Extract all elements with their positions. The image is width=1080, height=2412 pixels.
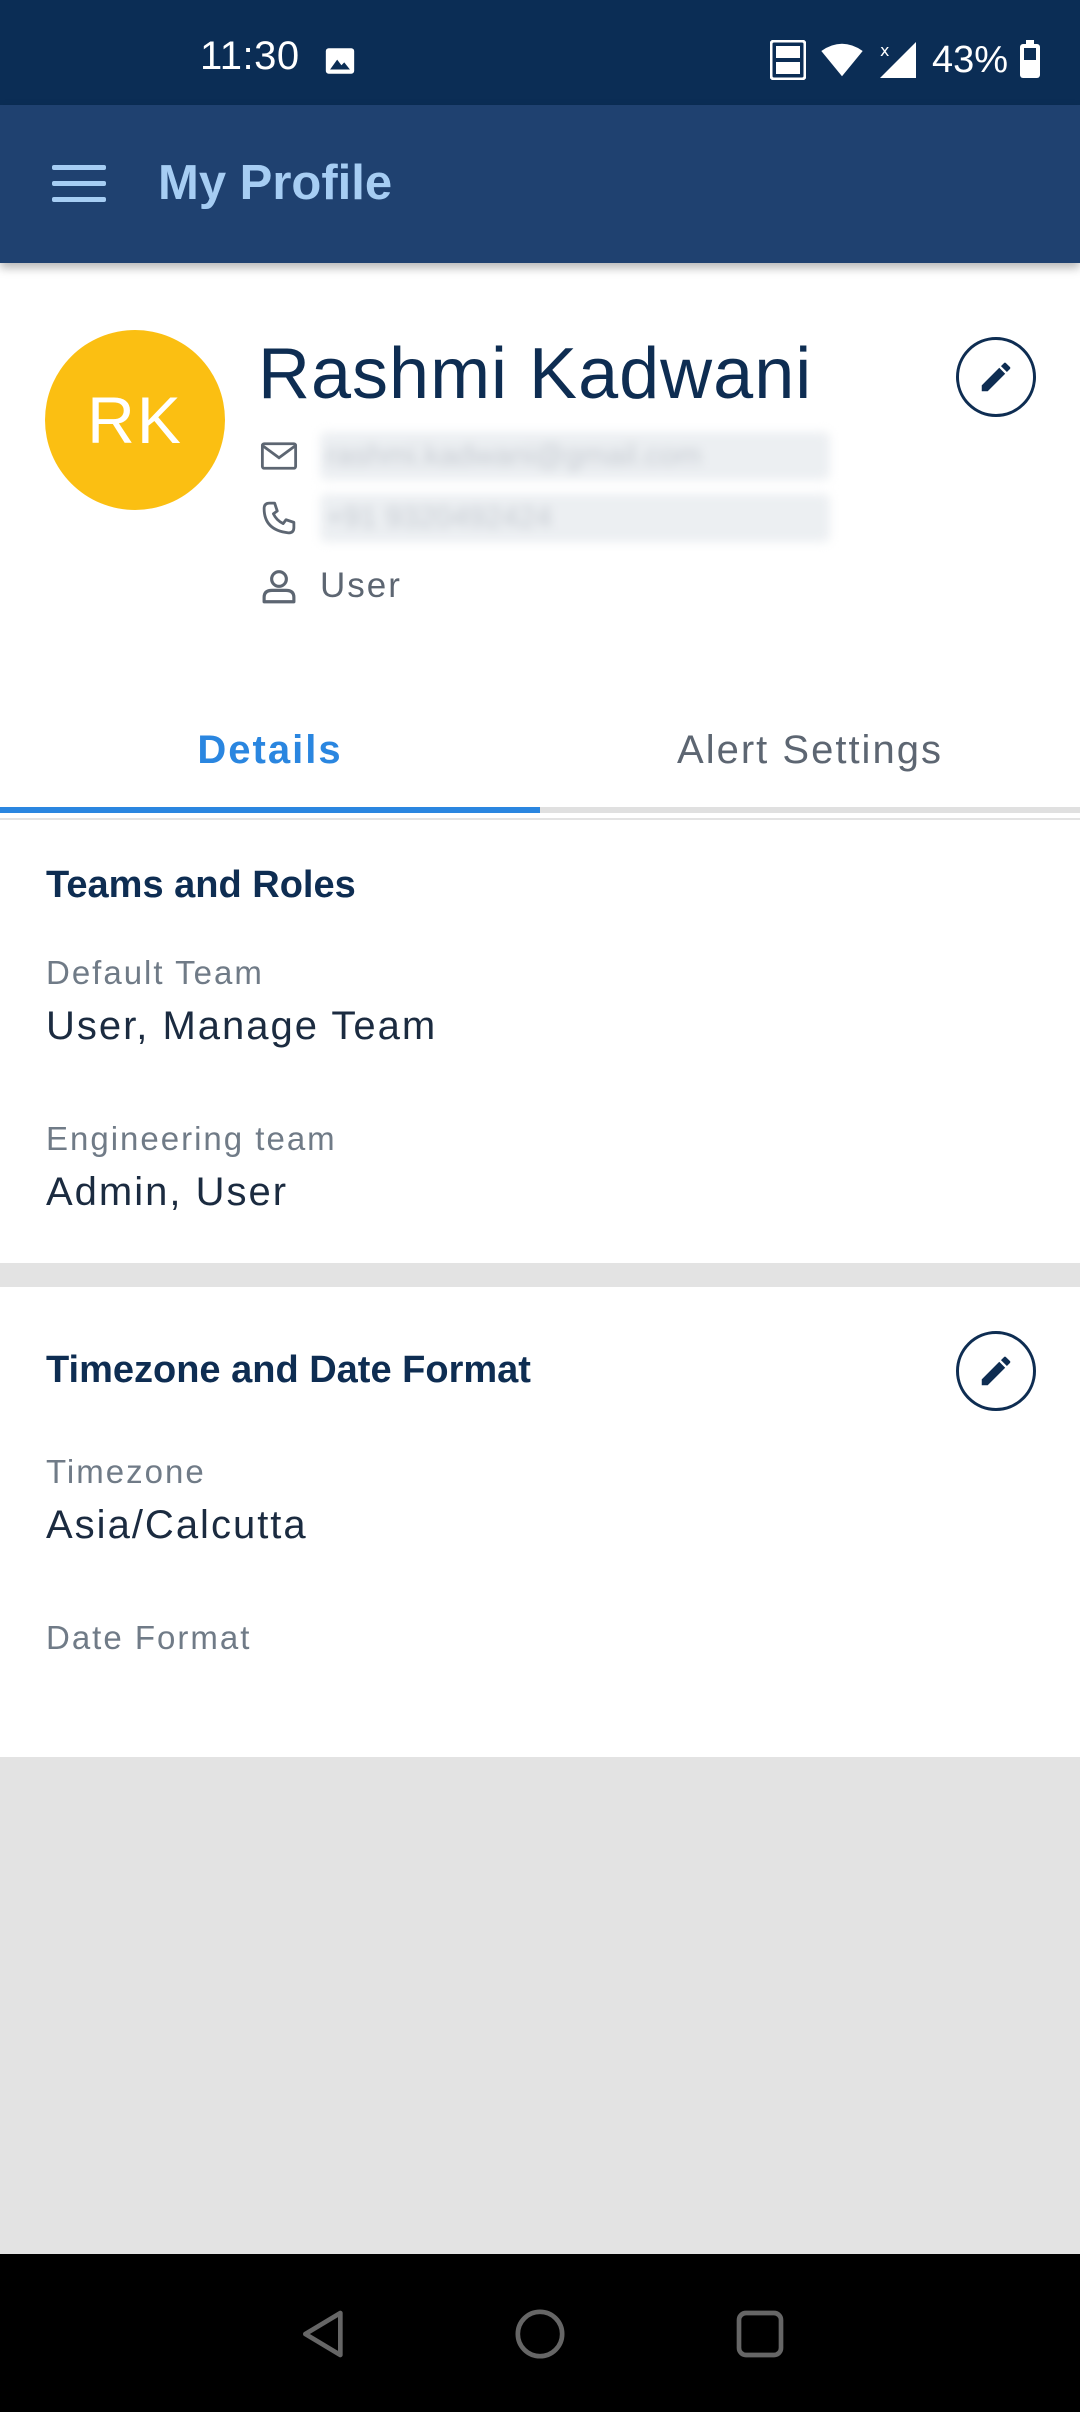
role-row: User bbox=[258, 561, 402, 611]
tab-active-indicator bbox=[0, 807, 540, 813]
timezone-section: Timezone and Date Format Timezone Asia/C… bbox=[0, 1287, 1080, 1757]
email-value: rashmi.kadwani@gmail.com bbox=[320, 432, 830, 480]
avatar: RK bbox=[45, 330, 225, 510]
profile-name: Rashmi Kadwani bbox=[258, 334, 813, 414]
field-label-timezone: Timezone bbox=[46, 1453, 206, 1490]
phone-icon bbox=[262, 501, 296, 535]
edit-profile-button[interactable] bbox=[956, 337, 1036, 417]
field-label-engineering-team: Engineering team bbox=[46, 1120, 337, 1157]
tab-track bbox=[0, 807, 1080, 813]
avatar-initials: RK bbox=[87, 383, 183, 457]
field-label-default-team: Default Team bbox=[46, 954, 264, 991]
recent-apps-icon[interactable] bbox=[732, 2306, 788, 2362]
teams-and-roles-section: Teams and Roles Default Team User, Manag… bbox=[0, 820, 1080, 1263]
phone-value: +91 9320492424 bbox=[320, 494, 830, 542]
field-value-engineering-team: Admin, User bbox=[46, 1170, 289, 1214]
system-nav-bar bbox=[0, 2254, 1080, 2412]
screen: 11:30 x 43% My Profile RK Rashmi Kadwani… bbox=[0, 0, 1080, 2412]
edit-timezone-button[interactable] bbox=[956, 1331, 1036, 1411]
page-title: My Profile bbox=[158, 156, 393, 210]
email-row: rashmi.kadwani@gmail.com bbox=[258, 431, 830, 481]
pencil-icon bbox=[981, 1356, 1011, 1386]
gallery-notification-icon bbox=[325, 48, 355, 74]
section-title-teams: Teams and Roles bbox=[46, 864, 356, 906]
svg-text:x: x bbox=[880, 41, 889, 60]
person-icon bbox=[262, 570, 296, 604]
field-value-timezone: Asia/Calcutta bbox=[46, 1503, 308, 1547]
back-icon[interactable] bbox=[296, 2306, 352, 2362]
status-icons: x 43% bbox=[756, 36, 1042, 84]
app-bar: My Profile bbox=[0, 105, 1080, 263]
field-value-default-team: User, Manage Team bbox=[46, 1004, 438, 1048]
status-bar: 11:30 x 43% bbox=[0, 0, 1080, 105]
phone-row: +91 9320492424 bbox=[258, 493, 830, 543]
status-time: 11:30 bbox=[200, 34, 300, 78]
tab-alert-settings[interactable]: Alert Settings bbox=[540, 693, 1080, 808]
hamburger-menu-icon[interactable] bbox=[52, 163, 106, 205]
volte-icon bbox=[769, 40, 806, 80]
tab-details[interactable]: Details bbox=[0, 693, 540, 808]
wifi-icon bbox=[821, 43, 863, 77]
signal-icon: x bbox=[879, 41, 916, 78]
role-value: User bbox=[320, 566, 402, 605]
envelope-icon bbox=[260, 442, 298, 470]
home-icon[interactable] bbox=[512, 2306, 568, 2362]
pencil-icon bbox=[981, 362, 1011, 392]
profile-card: RK Rashmi Kadwani rashmi.kadwani@gmail.c… bbox=[0, 263, 1080, 818]
profile-tabs: Details Alert Settings bbox=[0, 693, 1080, 818]
battery-icon bbox=[1020, 40, 1040, 78]
battery-percent: 43% bbox=[931, 38, 1008, 81]
section-title-timezone: Timezone and Date Format bbox=[46, 1349, 531, 1391]
field-label-date-format: Date Format bbox=[46, 1619, 252, 1656]
